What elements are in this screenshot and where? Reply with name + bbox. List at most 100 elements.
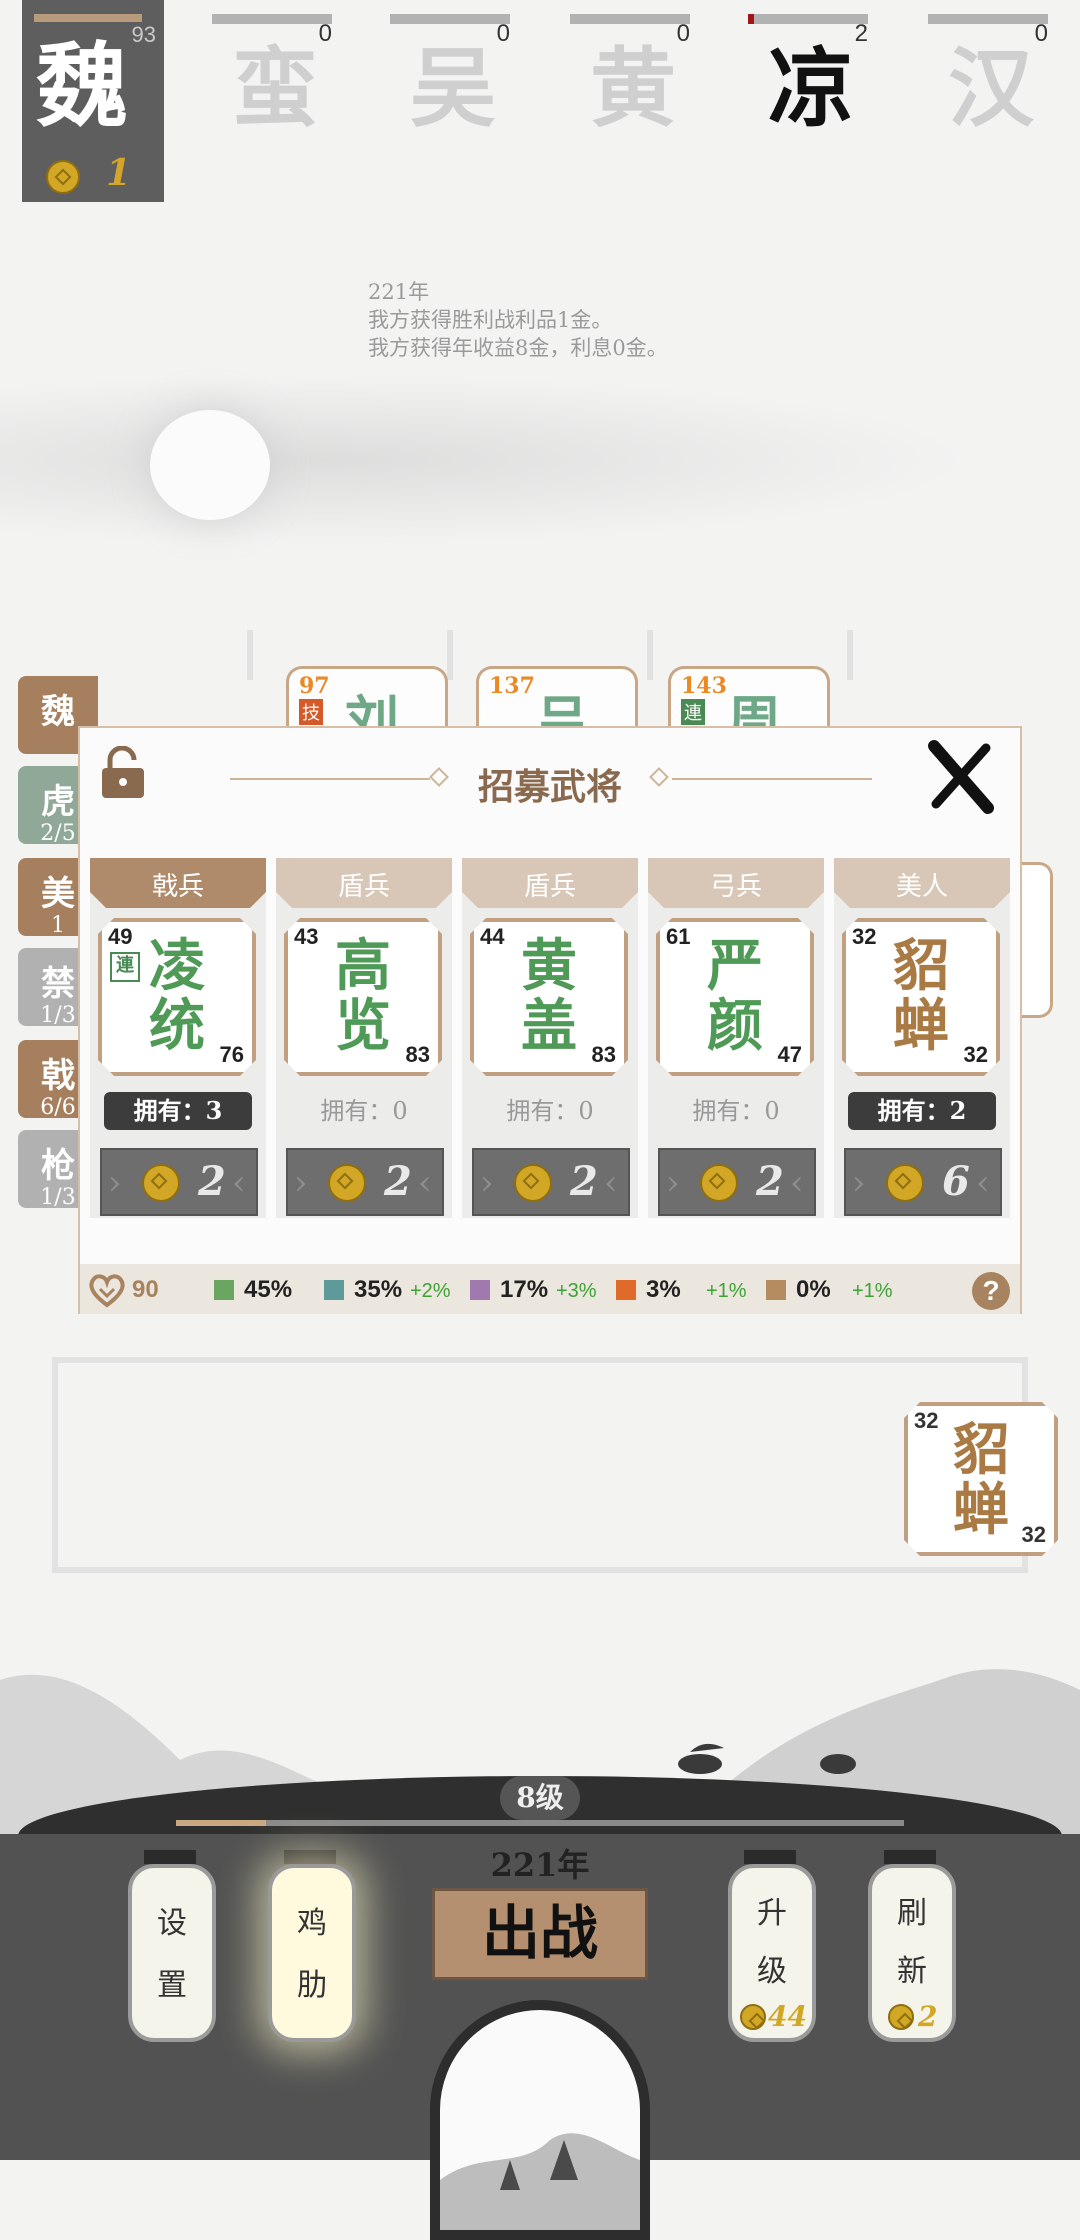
- buy-button[interactable]: › 2 ‹: [100, 1148, 258, 1216]
- troop-type-ribbon: 弓兵: [648, 858, 824, 908]
- general-name: 高 览: [288, 936, 438, 1056]
- log-line: 我方获得胜利战利品1金。: [368, 308, 613, 332]
- general-card[interactable]: 43 高 览 83: [284, 918, 442, 1076]
- log-line: 我方获得年收益8金，利息0金。: [368, 336, 668, 360]
- coin-icon: [142, 1164, 180, 1202]
- chevron-left-icon: ‹: [790, 1163, 804, 1203]
- general-card[interactable]: 32 貂 蝉 32: [904, 1402, 1058, 1556]
- coin-icon: [328, 1164, 366, 1202]
- coin-icon: [700, 1164, 738, 1202]
- tier-rate-bonus: +1%: [706, 1280, 747, 1302]
- faction-hp-value: 2: [854, 20, 868, 47]
- tier-legend-swatch: [616, 1280, 636, 1300]
- general-name-char: 严: [707, 933, 763, 999]
- heart-icon: [89, 1274, 125, 1308]
- lantern-label: 肋: [297, 1968, 327, 2003]
- faction-name: 凉: [768, 38, 854, 139]
- general-card[interactable]: 61 严 颜 47: [656, 918, 814, 1076]
- heart-value: 90: [132, 1276, 159, 1303]
- tier-rate: 0%: [796, 1276, 831, 1303]
- tier-rate-bonus: +3%: [556, 1280, 597, 1302]
- recruit-modal: 招募武将 戟兵 49 連 凌 统 76 拥有：3 › 2 ‹ 盾兵 43 高 览…: [78, 726, 1022, 1314]
- general-hp: 83: [591, 1042, 616, 1067]
- faction-hp-value: 0: [318, 20, 332, 47]
- general-name-char: 高: [335, 933, 391, 999]
- general-card[interactable]: 44 黄 盖 83: [470, 918, 628, 1076]
- general-name: 黄 盖: [474, 936, 624, 1056]
- buy-button[interactable]: › 2 ‹: [472, 1148, 630, 1216]
- troop-type: 盾兵: [523, 872, 576, 902]
- tier-rate-bonus: +2%: [410, 1280, 451, 1302]
- troop-type: 盾兵: [337, 872, 390, 902]
- chicken-rib-button[interactable]: 鸡 肋: [268, 1864, 356, 2042]
- faction-hp-bar: [570, 14, 690, 24]
- buy-button[interactable]: › 2 ‹: [286, 1148, 444, 1216]
- lantern-label: 升: [757, 1896, 787, 1931]
- tier-rate: 35%: [354, 1276, 403, 1303]
- chevron-left-icon: ‹: [976, 1163, 990, 1203]
- level-progress-fill: [176, 1820, 266, 1826]
- chevron-right-icon: ›: [294, 1163, 308, 1203]
- buy-button[interactable]: › 6 ‹: [844, 1148, 1002, 1216]
- ink-sun-decoration: [150, 410, 270, 520]
- chevron-left-icon: ‹: [604, 1163, 618, 1203]
- coin-icon: [740, 2004, 766, 2030]
- faction-liang[interactable]: 2 凉: [748, 0, 868, 150]
- general-hp: 32: [963, 1042, 988, 1067]
- troop-type: 弓兵: [709, 872, 762, 902]
- coin-icon: [46, 160, 80, 194]
- general-name-char: 貂: [893, 933, 949, 999]
- lantern-cap: [284, 1850, 336, 1864]
- faction-name: 吴: [410, 38, 496, 139]
- recruit-slot: 盾兵 43 高 览 83 拥有：0 › 2 ‹: [276, 858, 452, 1218]
- settings-button[interactable]: 设 置: [128, 1864, 216, 2042]
- troop-type: 美人: [895, 872, 948, 902]
- general-card[interactable]: 49 連 凌 统 76: [98, 918, 256, 1076]
- combo-badge: 連: [681, 699, 705, 725]
- price: 2: [570, 1158, 598, 1205]
- faction-man[interactable]: 0 蛮: [212, 0, 332, 150]
- faction-hp-value: 0: [496, 20, 510, 47]
- troop-type-ribbon: 戟兵: [90, 858, 266, 908]
- faction-wei-active[interactable]: 93 魏 1: [22, 0, 164, 202]
- owned-count: 拥有：3: [104, 1092, 252, 1130]
- troop-type-ribbon: 美人: [834, 858, 1010, 908]
- title-divider: [672, 778, 872, 780]
- chevron-right-icon: ›: [480, 1163, 494, 1203]
- close-icon[interactable]: [922, 738, 1000, 816]
- buy-button[interactable]: › 2 ‹: [658, 1148, 816, 1216]
- arch-landscape-decoration: [440, 2133, 640, 2230]
- owned-count: 拥有：0: [692, 1097, 780, 1125]
- faction-hp-bar: [34, 14, 142, 22]
- troop-type: 戟兵: [151, 872, 204, 902]
- faction-coins: 1: [106, 152, 132, 194]
- troop-type-ribbon: 盾兵: [462, 858, 638, 908]
- faction-hp-value: 0: [676, 20, 690, 47]
- lantern-cap: [884, 1850, 936, 1864]
- upgrade-button[interactable]: 升 级 44: [728, 1864, 816, 2042]
- general-name-char: 黄: [521, 933, 577, 999]
- go-to-battle-button[interactable]: 出战: [432, 1888, 648, 1980]
- gate-arch: [430, 2000, 650, 2240]
- faction-huang[interactable]: 0 黄: [570, 0, 690, 150]
- general-name: 凌 统: [102, 936, 252, 1056]
- lantern-label: 刷: [897, 1896, 927, 1931]
- player-level: 8级: [500, 1776, 580, 1820]
- troop-type-ribbon: 盾兵: [276, 858, 452, 908]
- general-hp: 83: [405, 1042, 430, 1067]
- coin-icon: [886, 1164, 924, 1202]
- help-icon[interactable]: ?: [972, 1272, 1010, 1310]
- refresh-button[interactable]: 刷 新 2: [868, 1864, 956, 2042]
- tier-rate: 45%: [244, 1276, 293, 1303]
- general-card[interactable]: 32 貂 蝉 32: [842, 918, 1000, 1076]
- upgrade-cost: 44: [768, 2000, 807, 2033]
- general-power: 143: [681, 673, 727, 699]
- lantern-cap: [144, 1850, 196, 1864]
- general-power: 97: [299, 673, 330, 699]
- faction-han[interactable]: 0 汉: [928, 0, 1048, 150]
- tier-rare-swatch: [324, 1280, 344, 1300]
- tier-beauty-swatch: [766, 1280, 786, 1300]
- faction-hp-value: 93: [131, 22, 156, 47]
- faction-wu[interactable]: 0 吴: [390, 0, 510, 150]
- battle-log: 221年 我方获得胜利战利品1金。 我方获得年收益8金，利息0金。: [368, 278, 668, 362]
